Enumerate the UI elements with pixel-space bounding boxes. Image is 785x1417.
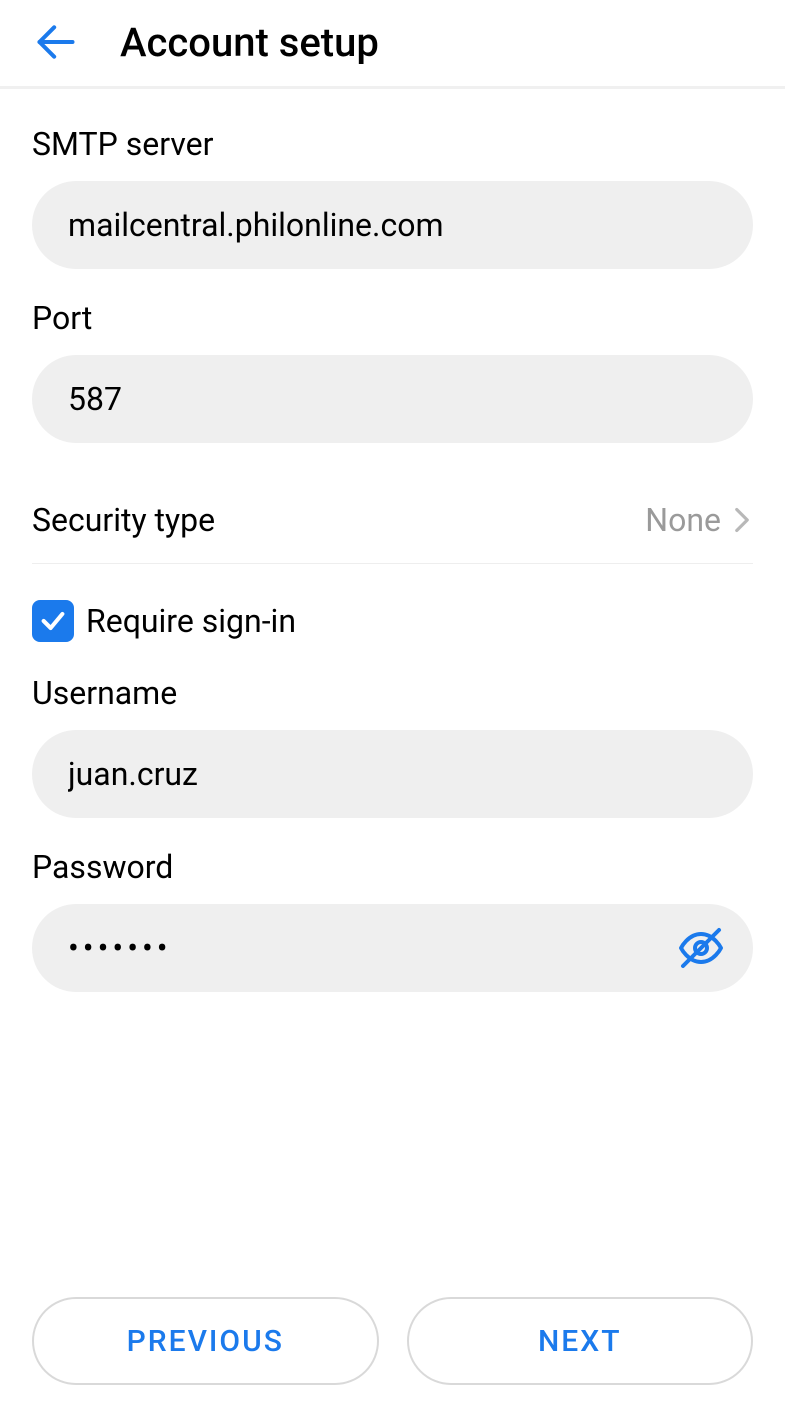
page-title: Account setup: [120, 19, 379, 66]
require-signin-row: Require sign-in: [32, 600, 753, 642]
port-label: Port: [32, 299, 753, 337]
eye-off-icon: [677, 924, 725, 972]
password-label: Password: [32, 848, 753, 886]
check-icon: [39, 607, 67, 635]
password-input[interactable]: [32, 904, 753, 992]
footer: PREVIOUS NEXT: [0, 1297, 785, 1385]
toggle-password-visibility-button[interactable]: [677, 924, 725, 972]
form-content: SMTP server Port Security type None Requ…: [0, 89, 785, 992]
security-type-label: Security type: [32, 501, 215, 539]
next-button[interactable]: NEXT: [407, 1297, 754, 1385]
chevron-right-icon: [731, 506, 753, 534]
smtp-server-input[interactable]: [32, 181, 753, 269]
smtp-server-label: SMTP server: [32, 125, 753, 163]
header: Account setup: [0, 0, 785, 89]
back-arrow-icon: [34, 20, 78, 64]
require-signin-label: Require sign-in: [86, 602, 296, 640]
username-input[interactable]: [32, 730, 753, 818]
security-type-value: None: [645, 501, 721, 539]
port-input[interactable]: [32, 355, 753, 443]
require-signin-checkbox[interactable]: [32, 600, 74, 642]
username-label: Username: [32, 674, 753, 712]
previous-button[interactable]: PREVIOUS: [32, 1297, 379, 1385]
password-input-wrapper: [32, 904, 753, 992]
security-type-value-wrap: None: [645, 501, 753, 539]
security-type-row[interactable]: Security type None: [32, 477, 753, 564]
back-button[interactable]: [28, 14, 84, 70]
